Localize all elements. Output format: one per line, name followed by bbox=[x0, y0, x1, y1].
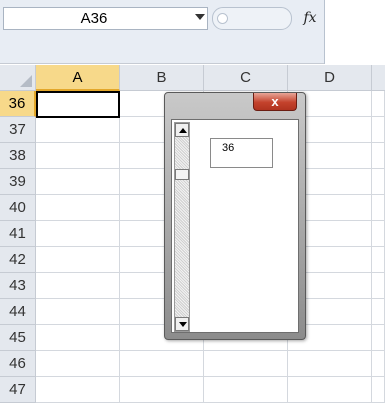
select-all-icon bbox=[20, 75, 32, 87]
formula-input[interactable] bbox=[324, 0, 385, 64]
cell-e47[interactable] bbox=[372, 377, 385, 403]
cell-a40[interactable] bbox=[36, 195, 120, 221]
formula-bar-resize-handle[interactable] bbox=[212, 7, 292, 30]
cell-e41[interactable] bbox=[372, 221, 385, 247]
scroll-up-button[interactable] bbox=[175, 123, 189, 137]
name-box[interactable]: A36 bbox=[3, 7, 208, 30]
cell-b47[interactable] bbox=[120, 377, 204, 403]
cell-a39[interactable] bbox=[36, 169, 120, 195]
dropdown-arrow-icon[interactable] bbox=[195, 14, 205, 20]
row-header-36[interactable]: 36 bbox=[0, 91, 36, 117]
row-header-40[interactable]: 40 bbox=[0, 195, 36, 221]
cell-e44[interactable] bbox=[372, 299, 385, 325]
column-header-b[interactable]: B bbox=[120, 65, 204, 91]
row-header-42[interactable]: 42 bbox=[0, 247, 36, 273]
arrow-down-icon bbox=[179, 322, 187, 327]
row-header-39[interactable]: 39 bbox=[0, 169, 36, 195]
cell-e37[interactable] bbox=[372, 117, 385, 143]
row-header-37[interactable]: 37 bbox=[0, 117, 36, 143]
row-header-41[interactable]: 41 bbox=[0, 221, 36, 247]
cell-e40[interactable] bbox=[372, 195, 385, 221]
cell-b46[interactable] bbox=[120, 351, 204, 377]
cell-e36[interactable] bbox=[372, 91, 385, 117]
cell-e38[interactable] bbox=[372, 143, 385, 169]
cell-a38[interactable] bbox=[36, 143, 120, 169]
cell-c47[interactable] bbox=[204, 377, 288, 403]
cell-a43[interactable] bbox=[36, 273, 120, 299]
cell-c46[interactable] bbox=[204, 351, 288, 377]
vertical-scrollbar[interactable] bbox=[174, 122, 190, 332]
close-button[interactable]: x bbox=[253, 93, 297, 111]
scroll-down-button[interactable] bbox=[175, 317, 189, 331]
row-header-44[interactable]: 44 bbox=[0, 299, 36, 325]
active-cell-a36[interactable] bbox=[36, 91, 120, 118]
formula-controls: fx bbox=[212, 7, 324, 30]
cell-a47[interactable] bbox=[36, 377, 120, 403]
cell-e43[interactable] bbox=[372, 273, 385, 299]
cell-e46[interactable] bbox=[372, 351, 385, 377]
cell-a46[interactable] bbox=[36, 351, 120, 377]
row-header-46[interactable]: 46 bbox=[0, 351, 36, 377]
cell-d46[interactable] bbox=[288, 351, 372, 377]
cell-a45[interactable] bbox=[36, 325, 120, 351]
cell-e39[interactable] bbox=[372, 169, 385, 195]
cell-a41[interactable] bbox=[36, 221, 120, 247]
select-all-corner[interactable] bbox=[0, 65, 36, 91]
scroll-dialog: x 36 bbox=[164, 92, 306, 340]
dialog-client-area: 36 bbox=[171, 119, 299, 333]
arrow-up-icon bbox=[179, 128, 187, 133]
value-textbox[interactable]: 36 bbox=[210, 138, 273, 168]
column-header-e[interactable] bbox=[372, 65, 385, 91]
column-header-d[interactable]: D bbox=[288, 65, 372, 91]
cell-e42[interactable] bbox=[372, 247, 385, 273]
cell-a42[interactable] bbox=[36, 247, 120, 273]
cell-d47[interactable] bbox=[288, 377, 372, 403]
row-header-47[interactable]: 47 bbox=[0, 377, 36, 403]
row-header-45[interactable]: 45 bbox=[0, 325, 36, 351]
scroll-thumb[interactable] bbox=[175, 169, 189, 180]
name-box-value: A36 bbox=[80, 10, 108, 27]
handle-knob-icon bbox=[217, 13, 228, 24]
row-header-43[interactable]: 43 bbox=[0, 273, 36, 299]
column-header-a[interactable]: A bbox=[36, 65, 120, 91]
cell-a37[interactable] bbox=[36, 117, 120, 143]
row-header-38[interactable]: 38 bbox=[0, 143, 36, 169]
formula-bar: A36 fx bbox=[0, 0, 385, 64]
insert-function-icon[interactable]: fx bbox=[298, 8, 322, 28]
cell-e45[interactable] bbox=[372, 325, 385, 351]
column-header-c[interactable]: C bbox=[204, 65, 288, 91]
cell-a44[interactable] bbox=[36, 299, 120, 325]
